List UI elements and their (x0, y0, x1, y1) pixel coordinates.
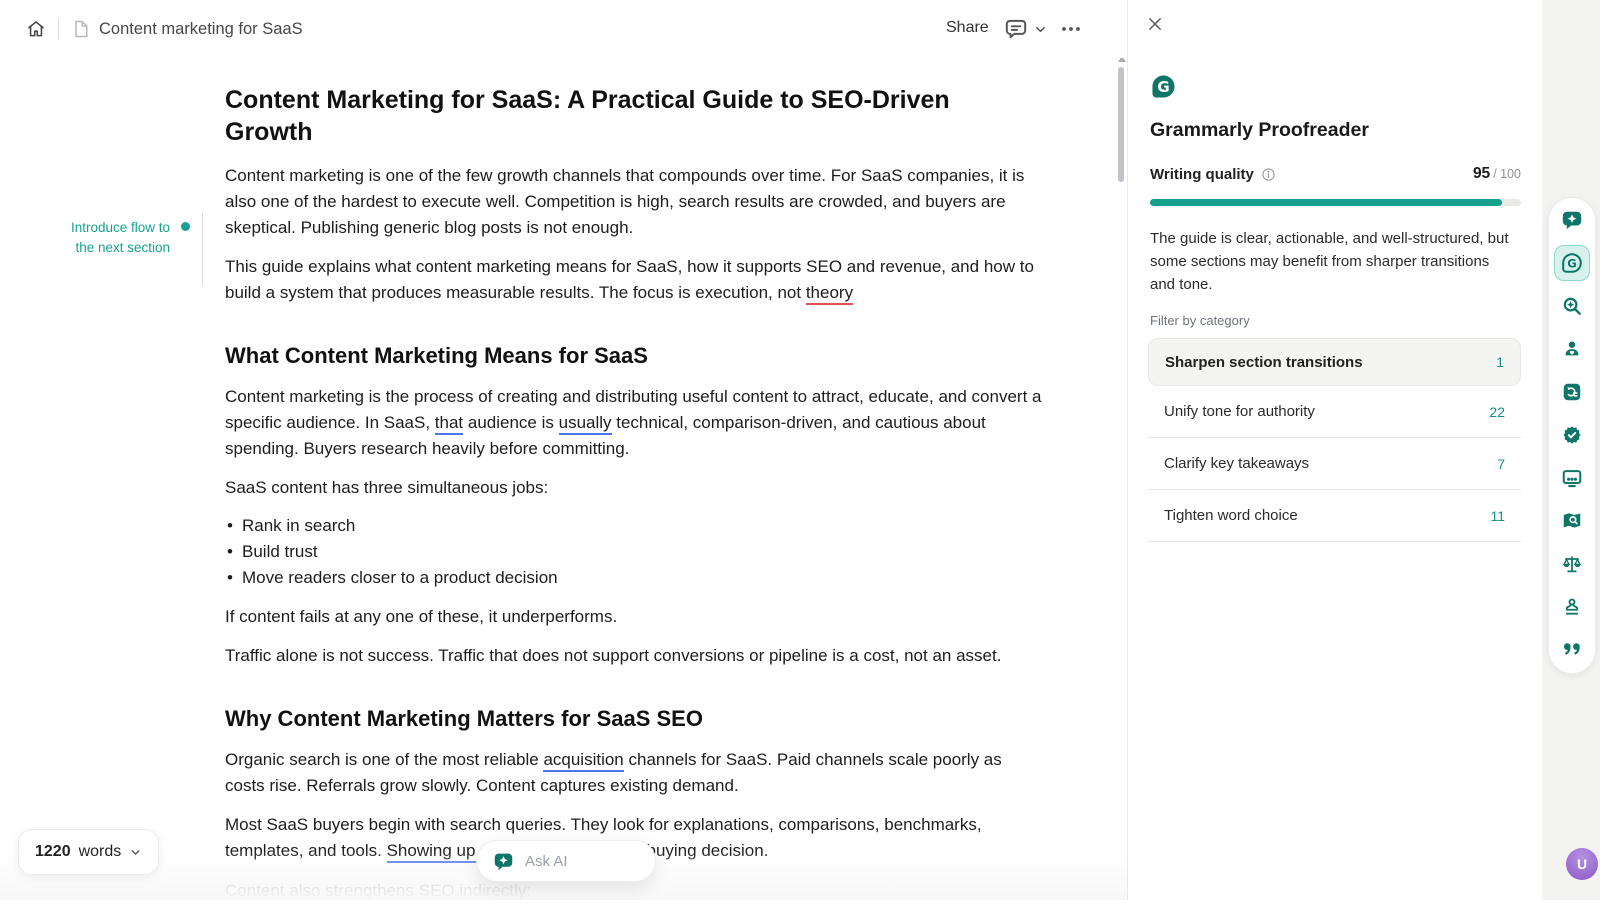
suggestion-underline-blue[interactable]: acquisition (543, 750, 623, 772)
comment-anchor-dot[interactable] (181, 222, 190, 231)
category-unify-tone[interactable]: Unify tone for authority 22 (1148, 386, 1521, 438)
close-icon[interactable] (1146, 15, 1164, 33)
user-avatar[interactable]: U (1566, 848, 1598, 880)
quality-score-max: / 100 (1493, 167, 1521, 181)
svg-text:G: G (1567, 256, 1576, 270)
category-list: Sharpen section transitions 1 Unify tone… (1148, 338, 1521, 542)
grammarly-logo-icon: G (1150, 73, 1177, 100)
document-scrollbar[interactable] (1118, 67, 1124, 182)
ask-ai-button[interactable]: Ask AI (476, 840, 656, 882)
suggestion-underline-blue[interactable]: usually (559, 413, 612, 435)
plagiarism-check-icon[interactable] (1549, 499, 1595, 542)
doc-paragraph-intro[interactable]: Content marketing is one of the few grow… (225, 163, 1043, 241)
doc-paragraph-organic[interactable]: Organic search is one of the most reliab… (225, 747, 1043, 799)
doc-bullet-list[interactable]: Rank in search Build trust Move readers … (225, 513, 1043, 591)
doc-heading-1[interactable]: Content Marketing for SaaS: A Practical … (225, 84, 1043, 148)
grammarly-icon[interactable]: G (1549, 241, 1595, 284)
doc-paragraph-jobs[interactable]: SaaS content has three simultaneous jobs… (225, 475, 1043, 501)
word-count-button[interactable]: 1220 words (18, 829, 159, 875)
bullet-item[interactable]: Rank in search (225, 513, 1043, 539)
comment-anchor-line (202, 213, 203, 285)
category-tighten-word-choice[interactable]: Tighten word choice 11 (1148, 490, 1521, 542)
doc-heading-means[interactable]: What Content Marketing Means for SaaS (225, 342, 1043, 370)
category-count: 1 (1496, 354, 1504, 370)
document-icon (71, 19, 91, 39)
quality-progress-fill (1150, 199, 1502, 206)
comments-icon[interactable] (1003, 16, 1029, 42)
doc-paragraph-guide[interactable]: This guide explains what content marketi… (225, 254, 1043, 306)
word-count-unit: words (79, 843, 122, 861)
topbar-divider (58, 19, 59, 40)
word-count-value: 1220 (35, 843, 71, 861)
category-sharpen-transitions[interactable]: Sharpen section transitions 1 (1148, 338, 1521, 386)
doc-paragraph-fails[interactable]: If content fails at any one of these, it… (225, 604, 1043, 630)
margin-comment[interactable]: Introduce flow to the next section (58, 218, 170, 257)
home-icon[interactable] (26, 19, 46, 39)
doc-paragraph-traffic[interactable]: Traffic alone is not success. Traffic th… (225, 643, 1043, 669)
quality-progress-track (1150, 199, 1521, 206)
category-count: 22 (1489, 404, 1505, 420)
suggestion-underline-red[interactable]: theory (806, 283, 853, 305)
panel-title: Grammarly Proofreader (1150, 119, 1369, 142)
quality-badge-icon[interactable] (1549, 413, 1595, 456)
bullet-item[interactable]: Move readers closer to a product decisio… (225, 565, 1043, 591)
svg-text:G: G (1157, 78, 1169, 96)
share-button[interactable]: Share (946, 19, 989, 37)
suggestion-underline-blue[interactable]: that (435, 413, 463, 435)
topbar: Content marketing for SaaS Share (0, 0, 1127, 58)
doc-heading-why[interactable]: Why Content Marketing Matters for SaaS S… (225, 705, 1043, 733)
chevron-down-icon (129, 846, 142, 859)
personalize-icon[interactable] (1549, 327, 1595, 370)
filter-by-category-label: Filter by category (1150, 313, 1250, 328)
ai-chat-icon[interactable] (1549, 198, 1595, 241)
stamp-icon[interactable] (1549, 585, 1595, 628)
writing-quality-label: Writing quality (1150, 166, 1254, 183)
ai-search-icon[interactable] (1549, 284, 1595, 327)
editor-canvas[interactable]: Content Marketing for SaaS: A Practical … (225, 58, 1043, 904)
category-count: 7 (1497, 456, 1505, 472)
category-clarify-takeaways[interactable]: Clarify key takeaways 7 (1148, 438, 1521, 490)
document-title: Content marketing for SaaS (99, 20, 303, 39)
info-icon[interactable] (1261, 167, 1276, 182)
more-options-icon[interactable] (1058, 17, 1084, 41)
quality-summary: The guide is clear, actionable, and well… (1150, 227, 1517, 296)
active-tool-highlight: G (1554, 245, 1590, 281)
citations-icon[interactable] (1549, 628, 1595, 671)
category-count: 11 (1490, 508, 1505, 524)
doc-paragraph-means[interactable]: Content marketing is the process of crea… (225, 384, 1043, 462)
tool-rail: G (1548, 197, 1596, 674)
fairness-icon[interactable] (1549, 542, 1595, 585)
audience-icon[interactable] (1549, 456, 1595, 499)
ai-chat-icon (493, 851, 514, 872)
share-chevron-down-icon[interactable] (1033, 22, 1048, 37)
paraphrase-icon[interactable] (1549, 370, 1595, 413)
grammarly-panel: G Grammarly Proofreader Writing quality … (1128, 0, 1542, 900)
writing-quality-row: Writing quality 95 / 100 (1150, 165, 1521, 183)
bullet-item[interactable]: Build trust (225, 539, 1043, 565)
ask-ai-label: Ask AI (525, 853, 568, 870)
quality-score: 95 (1473, 165, 1490, 183)
